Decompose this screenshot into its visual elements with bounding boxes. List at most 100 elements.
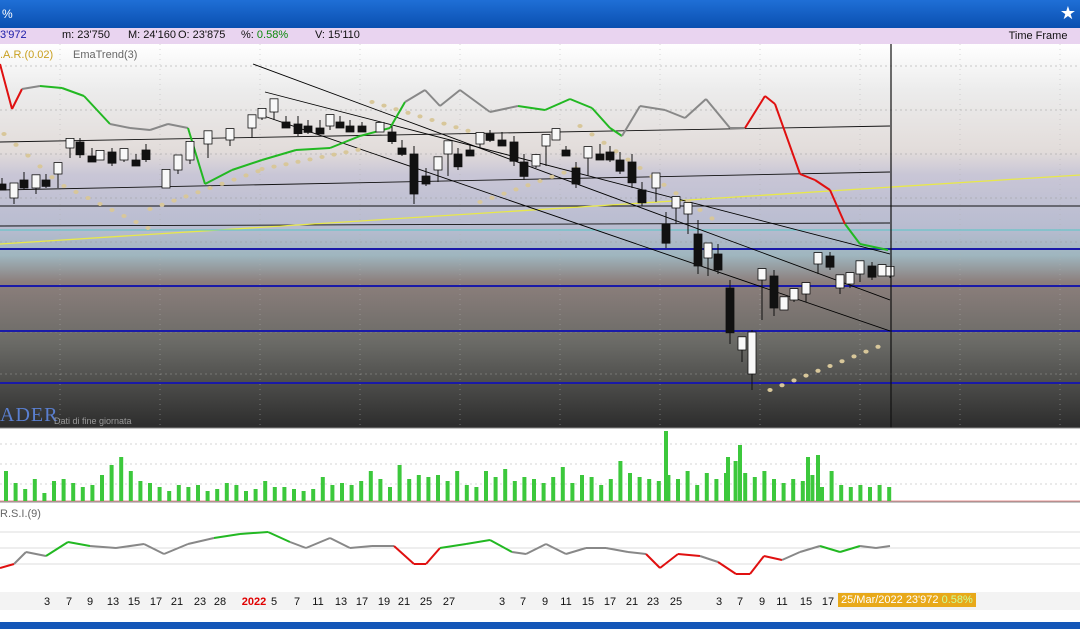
ematrend-label[interactable]: EmaTrend(3): [73, 49, 137, 61]
volume-bar: [349, 485, 354, 501]
candle-body: [583, 146, 593, 159]
candle-body: [433, 156, 443, 171]
volume-bar: [90, 485, 95, 501]
candle-body: [661, 223, 671, 244]
volume-bar: [128, 471, 133, 501]
volume-bar: [119, 457, 124, 501]
sar-dot: [121, 214, 127, 218]
candle-body: [225, 128, 235, 141]
date-tick-label: 21: [625, 596, 639, 608]
sar-dot: [779, 383, 785, 388]
volume-bar: [301, 491, 306, 501]
candle-body: [789, 288, 799, 301]
sar-dot: [767, 388, 773, 392]
volume-bar: [311, 489, 316, 501]
volume-bar: [806, 457, 810, 501]
volume-bar: [205, 491, 210, 501]
volume-bar: [445, 481, 450, 501]
volume-bar: [752, 477, 757, 501]
candle-body: [703, 242, 713, 259]
open-price: O: 23'875: [178, 29, 226, 41]
sar-dot: [417, 114, 423, 119]
candle-body: [375, 122, 385, 133]
candle-body: [541, 134, 551, 147]
date-tick-label: 7: [65, 596, 73, 608]
sar-dot: [637, 166, 643, 170]
title-bar: % ★: [0, 0, 1080, 28]
candle-body: [485, 133, 495, 141]
sar-dot: [827, 364, 833, 368]
candle-body: [571, 167, 581, 185]
sar-dot: [709, 216, 715, 221]
sar-dot: [13, 142, 19, 147]
volume-bar: [733, 461, 738, 501]
volume-bar: [148, 483, 152, 501]
date-tick-label: 11: [312, 596, 324, 608]
volume-bar: [839, 485, 844, 501]
sar-dot: [25, 153, 31, 158]
sar-dot: [219, 181, 225, 186]
volume-bar: [858, 485, 863, 501]
candle-body: [397, 147, 407, 155]
volume-bar: [224, 483, 229, 501]
sar-label[interactable]: .A.R.(0.02): [0, 49, 53, 61]
date-tick-label: 13: [106, 596, 120, 608]
date-tick-label: 23: [646, 596, 660, 608]
candle-body: [131, 159, 141, 167]
volume-bar: [292, 489, 296, 501]
volume-bar: [738, 445, 742, 501]
candle-body: [357, 125, 367, 133]
favorite-star-icon[interactable]: ★: [1060, 3, 1076, 23]
candle-body: [293, 123, 303, 135]
sar-dot: [625, 157, 631, 162]
volume-bar: [388, 487, 392, 501]
volume-bar: [522, 477, 527, 501]
volume-bar: [676, 479, 680, 501]
volume-bar: [340, 483, 344, 501]
candle-body: [421, 175, 431, 185]
candle-body: [813, 252, 823, 265]
sar-dot: [441, 121, 447, 126]
volume-bar: [157, 487, 162, 501]
volume-bar: [580, 475, 584, 501]
rsi-panel: [0, 501, 1080, 592]
volume-bar: [695, 485, 700, 501]
candle-body: [161, 169, 171, 189]
volume-bar: [848, 487, 853, 501]
volume-bar: [80, 487, 85, 501]
candle-body: [519, 161, 529, 177]
volume-bar: [868, 487, 872, 501]
volume-bar: [800, 481, 805, 501]
candle-body: [551, 128, 561, 141]
candle-body: [409, 153, 419, 195]
sar-dot: [355, 147, 361, 152]
change-prefix: %:: [241, 29, 257, 41]
volume-bar: [4, 471, 8, 501]
volume-bar: [560, 467, 565, 501]
candle-body: [185, 141, 195, 161]
volume-bar: [762, 471, 767, 501]
candle-body: [475, 132, 485, 145]
volume-bar: [570, 483, 575, 501]
sar-dot: [453, 125, 459, 130]
candle-body: [497, 139, 507, 147]
sar-dot: [429, 118, 435, 122]
time-frame-button[interactable]: Time Frame: [996, 28, 1080, 44]
volume-bar: [272, 487, 277, 501]
volume-bar: [263, 481, 268, 501]
chart-area[interactable]: [0, 44, 1080, 592]
volume-bar: [234, 485, 239, 501]
sar-dot: [231, 177, 237, 182]
candle-body: [325, 114, 335, 127]
candle-body: [779, 296, 789, 311]
volume-bar: [176, 485, 181, 501]
date-tick-label: 13: [334, 596, 348, 608]
sar-dot: [97, 202, 103, 206]
date-tick-label: 3: [715, 596, 723, 608]
date-tick-label: 5: [270, 596, 278, 608]
rsi-label[interactable]: R.S.I.(9): [0, 508, 41, 520]
candle-body: [453, 153, 463, 168]
volume-bar: [532, 479, 536, 501]
candle-body: [801, 282, 811, 295]
candle-body: [747, 331, 757, 375]
